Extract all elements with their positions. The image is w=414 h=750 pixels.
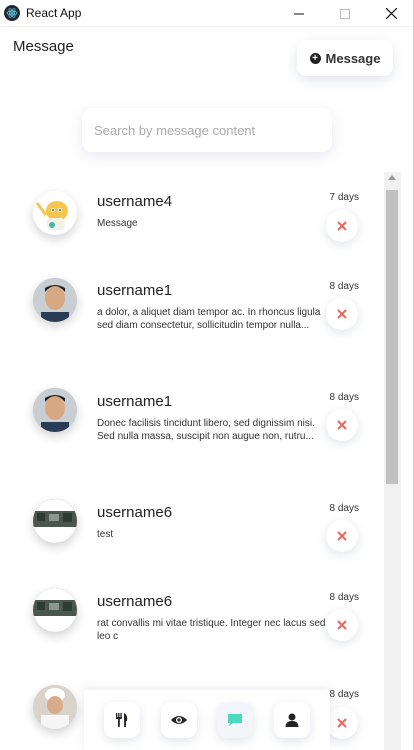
message-age: 8 days <box>329 503 359 514</box>
bottom-nav <box>84 690 330 750</box>
message-preview: a dolor, a aliquet diam tempor ac. In rh… <box>97 307 321 331</box>
avatar <box>33 499 77 543</box>
message-preview: Donec facilisis tincidunt libero, sed di… <box>97 418 315 442</box>
close-icon <box>337 420 347 430</box>
page-title: Message <box>13 38 74 55</box>
close-icon <box>337 620 347 630</box>
window-titlebar: React App <box>0 0 414 27</box>
avatar <box>33 388 77 432</box>
window-title: React App <box>26 6 82 20</box>
message-preview: rat convallis mi vitae tristique. Intege… <box>97 618 326 642</box>
close-icon <box>337 221 347 231</box>
utensils-icon <box>116 713 128 727</box>
message-list: username4 Message 7 days username1 a dol… <box>0 175 384 750</box>
new-message-label: Message <box>325 50 381 66</box>
message-age: 7 days <box>329 192 359 203</box>
close-icon <box>337 309 347 319</box>
nav-profile-button[interactable] <box>273 702 310 738</box>
maximize-button[interactable] <box>322 0 368 27</box>
close-icon <box>337 531 347 541</box>
username: username1 <box>97 393 173 410</box>
close-window-button[interactable] <box>368 0 414 27</box>
delete-button[interactable] <box>326 707 358 739</box>
close-icon <box>337 718 347 728</box>
avatar <box>33 685 77 729</box>
message-age: 8 days <box>329 689 359 700</box>
delete-button[interactable] <box>326 409 358 441</box>
search-input[interactable] <box>82 108 332 152</box>
delete-button[interactable] <box>326 609 358 641</box>
scroll-thumb[interactable] <box>386 190 398 484</box>
nav-menu-button[interactable] <box>104 702 141 738</box>
plus-circle-icon: + <box>309 52 321 64</box>
user-icon <box>285 713 299 727</box>
react-logo-icon <box>4 5 20 21</box>
delete-button[interactable] <box>326 520 358 552</box>
message-age: 8 days <box>329 281 359 292</box>
nav-messages-button[interactable] <box>217 702 254 738</box>
message-age: 8 days <box>329 592 359 603</box>
message-preview: Message <box>97 218 138 229</box>
scroll-up-arrow-icon[interactable] <box>388 175 396 180</box>
new-message-button[interactable]: + Message <box>297 40 393 76</box>
eye-icon <box>170 716 187 724</box>
username: username1 <box>97 282 173 299</box>
chat-icon <box>228 714 243 726</box>
avatar <box>33 191 77 235</box>
avatar <box>33 588 77 632</box>
delete-button[interactable] <box>326 210 358 242</box>
message-age: 8 days <box>329 392 359 403</box>
message-preview: test <box>97 529 114 540</box>
avatar <box>33 278 77 322</box>
username: username4 <box>97 193 173 210</box>
delete-button[interactable] <box>326 298 358 330</box>
nav-view-button[interactable] <box>160 702 197 738</box>
username: username6 <box>97 504 173 521</box>
minimize-button[interactable] <box>276 0 322 27</box>
username: username6 <box>97 593 173 610</box>
scrollbar[interactable] <box>384 172 401 750</box>
